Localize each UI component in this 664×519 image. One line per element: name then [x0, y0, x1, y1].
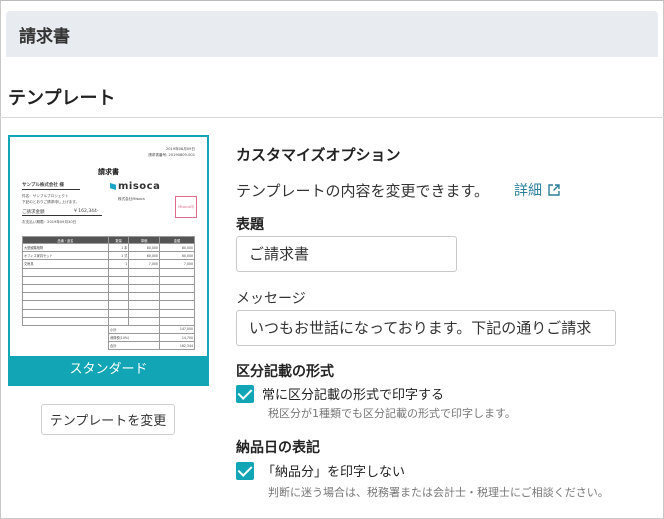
options-title: カスタマイズオプション: [236, 146, 401, 164]
preview-cell: オフィス家具セット: [22, 251, 109, 261]
preview-date: 2019年08月09日: [165, 147, 195, 151]
preview-cell: 7,000: [128, 259, 160, 269]
delivery-help-text: 判断に迷う場合は、税務署または会計士・税理士にご相談ください。: [268, 486, 609, 499]
preview-header-cell: 金額: [158, 236, 196, 244]
preview-amount: ¥ 162,344-: [74, 209, 99, 214]
kubun-label: 区分記載の形式: [236, 364, 334, 380]
preview-row: オフィス家具セット 1 式 60,000 60,000: [22, 251, 196, 261]
kubun-help-text: 税区分が1種類でも区分記載の形式で印字します。: [268, 407, 516, 420]
delivery-checkbox[interactable]: [236, 461, 254, 480]
message-label: メッセージ: [236, 291, 306, 307]
preview-cell: 80,000: [158, 242, 196, 253]
preview-cell: 147,000: [158, 324, 196, 335]
preview-brand: misoca: [118, 181, 161, 192]
kubun-checkbox-label: 常に区分記載の形式で印字する: [262, 388, 445, 403]
page-title: 請求書: [19, 27, 70, 47]
preview-row: 大型観葉植物 1 本 80,000 80,000: [22, 242, 196, 253]
preview-cell: 1 本: [107, 242, 130, 253]
preview-cell: 7,000: [158, 259, 196, 269]
preview-row: [22, 292, 196, 302]
preview-row: [22, 283, 196, 294]
preview-invoice-number: 請求書番号: 20190809-001: [148, 153, 195, 157]
delivery-label: 納品日の表記: [236, 440, 320, 456]
preview-cell: 小計: [108, 324, 160, 335]
kubun-checkbox[interactable]: [236, 384, 254, 403]
page-header: 請求書: [6, 11, 658, 57]
preview-cell: 162,344: [158, 341, 196, 351]
detail-link[interactable]: 詳細: [514, 180, 560, 200]
preview-cell: 60,000: [158, 251, 196, 261]
message-input[interactable]: いつもお世話になっております。下記の通りご請求: [236, 310, 616, 346]
preview-row: [22, 316, 196, 326]
preview-items-table: 品番・品名 数量 単価 金額 大型観葉植物 1 本 80,000 80,000 …: [22, 236, 196, 351]
preview-note: 下記のとおりご請求申し上げます。: [22, 200, 80, 204]
preview-cell: 1 式: [107, 251, 130, 261]
section-divider: [0, 117, 664, 118]
preview-company: 株式会社Misoca: [118, 197, 145, 201]
preview-cell: 大型観葉植物: [22, 242, 109, 253]
preview-total-row: 小計 147,000: [23, 324, 196, 335]
external-link-icon: [548, 184, 560, 196]
invoice-preview: 2019年08月09日 請求書番号: 20190809-001 請求書 サンプル…: [10, 137, 207, 356]
preview-subject: 件名：サンプルプロジェクト: [22, 194, 69, 198]
preview-row: [22, 308, 196, 318]
detail-link-label: 詳細: [514, 183, 542, 199]
subject-label: 表題: [236, 217, 264, 233]
subject-input[interactable]: ご請求書: [236, 236, 457, 272]
section-title: テンプレート: [8, 88, 116, 109]
preview-row: [22, 267, 196, 277]
preview-total-row: 合計 162,344: [23, 341, 196, 351]
template-thumbnail[interactable]: 2019年08月09日 請求書番号: 20190809-001 請求書 サンプル…: [8, 135, 209, 386]
preview-cell: 14,700: [158, 333, 196, 343]
preview-client-underline: [22, 189, 80, 190]
preview-cell: 合計: [108, 341, 160, 351]
preview-row: [22, 275, 196, 285]
preview-cell: 文房具: [22, 259, 109, 269]
preview-doc-title: 請求書: [98, 168, 119, 176]
delivery-checkbox-row[interactable]: 「納品分」を印字しない: [236, 461, 405, 480]
preview-total-row: 消費税(10%) 14,700: [23, 333, 196, 343]
preview-amount-underline: [22, 215, 102, 216]
preview-cell: 60,000: [128, 251, 160, 261]
delivery-checkbox-label: 「納品分」を印字しない: [262, 465, 406, 480]
preview-cell: 1: [107, 259, 130, 269]
preview-header-cell: 単価: [128, 236, 160, 244]
preview-header-cell: 品番・品名: [22, 236, 109, 244]
kubun-checkbox-row[interactable]: 常に区分記載の形式で印字する: [236, 384, 444, 403]
options-description: テンプレートの内容を変更できます。: [236, 182, 490, 200]
preview-row: [22, 300, 196, 310]
misoca-logo-icon: [110, 183, 116, 190]
preview-due: お支払い期限：2019年09月30日: [22, 220, 77, 224]
preview-header-cell: 数量: [107, 236, 130, 244]
preview-cell: 80,000: [128, 242, 160, 253]
preview-stamp: Misoca印: [175, 196, 197, 218]
preview-client: サンプル株式会社 様: [22, 183, 64, 188]
preview-row: 文房具 1 7,000 7,000: [22, 259, 196, 269]
change-template-button[interactable]: テンプレートを変更: [41, 404, 175, 435]
preview-cell: 消費税(10%): [108, 333, 160, 343]
template-name: スタンダード: [10, 356, 207, 384]
